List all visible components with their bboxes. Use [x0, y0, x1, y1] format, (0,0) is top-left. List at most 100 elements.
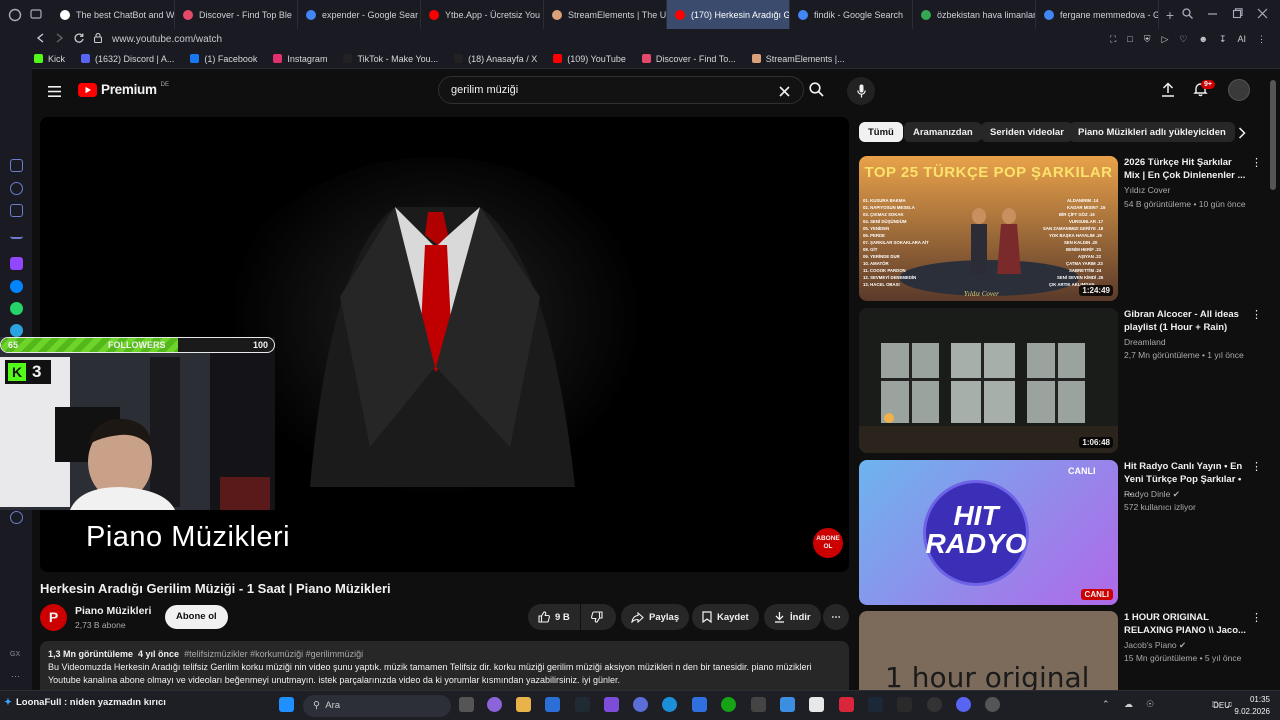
ai-button[interactable]: AI — [1237, 34, 1246, 44]
browser-tab[interactable]: StreamElements | The U — [544, 0, 667, 29]
app-icon-5[interactable] — [751, 697, 766, 712]
minimize-icon[interactable] — [1207, 6, 1218, 24]
description-box[interactable]: 1,3 Mn görüntüleme 4 yıl önce #telifsizm… — [40, 641, 849, 690]
file-explorer-icon[interactable] — [516, 697, 531, 712]
network-icon[interactable]: □ — [1212, 699, 1217, 709]
app-icon-1[interactable] — [545, 697, 560, 712]
new-tab-icon[interactable]: + — [1159, 7, 1181, 23]
app-icon-3[interactable] — [604, 697, 619, 712]
edge-icon[interactable] — [662, 697, 677, 712]
more-actions-icon[interactable]: ⋯ — [823, 604, 849, 630]
windows-start-icon[interactable] — [279, 697, 294, 712]
copilot-icon[interactable] — [487, 697, 502, 712]
settings-gear-icon[interactable] — [10, 511, 23, 524]
bookmark-item[interactable]: Kick — [34, 54, 65, 64]
profile-icon[interactable]: ☻ — [1198, 34, 1207, 44]
pin-icon[interactable]: ⛶ — [1110, 34, 1116, 45]
sidebar-boat-icon[interactable] — [10, 226, 23, 239]
store-icon[interactable] — [692, 697, 707, 712]
rec-title[interactable]: 1 HOUR ORIGINAL RELAXING PIANO \\ Jaco..… — [1124, 611, 1249, 637]
rec-channel[interactable]: Dreamland — [1124, 337, 1166, 347]
sidebar-glasses-icon[interactable] — [10, 204, 23, 217]
bookmark-item[interactable]: Discover - Find To... — [641, 54, 736, 64]
bookmark-item[interactable]: (18) Anasayfa / X — [454, 54, 537, 64]
sidebar-more-icon[interactable]: ⋯ — [11, 671, 20, 682]
subscribe-watermark[interactable]: ABONE OL — [813, 528, 843, 558]
browser-tab[interactable]: (170) Herkesin Aradığı Ger — [667, 0, 790, 29]
rec-thumbnail[interactable]: 1:06:48 — [859, 308, 1118, 453]
hashtags[interactable]: #telifsizmüzikler #korkumüziği #gerilimm… — [184, 649, 363, 659]
app-icon-8[interactable] — [927, 697, 942, 712]
sidebar-link-icon[interactable] — [10, 182, 23, 195]
like-button[interactable]: 9 B — [528, 604, 580, 630]
tab-search-icon[interactable] — [1182, 6, 1193, 24]
browser-tab[interactable]: özbekistan hava limanları — [913, 0, 1036, 29]
download-button[interactable]: İndir — [764, 604, 821, 630]
bookmark-item[interactable]: (1) Facebook — [190, 54, 257, 64]
rec-item[interactable]: 01. KUSURA BAKMA 02. NAPIYOSUN MESELA 03. … — [859, 156, 1274, 301]
opera-gx-icon[interactable] — [839, 697, 854, 712]
browser-tab[interactable]: Discover - Find Top Ble — [175, 0, 298, 29]
filter-chip[interactable]: Aramanızdan — [904, 122, 982, 142]
tray-cloud-icon[interactable]: ☁ — [1124, 699, 1133, 710]
tab-switch-icon[interactable] — [30, 6, 52, 24]
shield-icon[interactable]: ⛨ — [1144, 34, 1151, 45]
bookmark-item[interactable]: (109) YouTube — [553, 54, 626, 64]
rec-menu-icon[interactable]: ⋮ — [1251, 611, 1262, 624]
filter-chip[interactable]: Seriden videolar — [981, 122, 1073, 142]
rec-title[interactable]: 2026 Türkçe Hit Şarkılar Mix | En Çok Di… — [1124, 156, 1249, 182]
rec-channel[interactable]: Yıldız Cover — [1124, 185, 1170, 195]
app-icon-2[interactable] — [575, 697, 590, 712]
rec-channel[interactable]: Jacob's Piano ✔ — [1124, 640, 1186, 651]
bookmark-item[interactable]: TikTok - Make You... — [343, 54, 438, 64]
back-icon[interactable] — [36, 32, 45, 46]
rec-thumbnail[interactable]: HIT RADYO CANLI CANLI — [859, 460, 1118, 605]
tray-chevron-icon[interactable]: ⌃ — [1102, 699, 1110, 710]
twitch-icon[interactable] — [10, 257, 23, 270]
rec-item[interactable]: HIT RADYO CANLI CANLI Hit Radyo Canlı Ya… — [859, 460, 1274, 605]
url-field[interactable]: www.youtube.com/watch — [112, 34, 222, 45]
search-input[interactable]: gerilim müziği — [438, 76, 804, 104]
steam-icon[interactable] — [868, 697, 883, 712]
obs-icon[interactable] — [985, 697, 1000, 712]
subscribe-button[interactable]: Abone ol — [165, 605, 228, 629]
camera-icon[interactable]: □ — [1127, 34, 1132, 44]
clock[interactable]: 01:35 9.02.2026 — [1234, 694, 1270, 718]
rec-channel[interactable]: Radyo Dinle ✔ — [1124, 489, 1180, 500]
app-icon-6[interactable] — [780, 697, 795, 712]
channel-avatar[interactable]: P — [40, 604, 67, 631]
bookmark-item[interactable]: Instagram — [273, 54, 327, 64]
hamburger-menu-icon[interactable] — [48, 84, 61, 102]
messenger-icon[interactable] — [10, 280, 23, 293]
app-icon-4[interactable] — [633, 697, 648, 712]
rec-item[interactable]: 1:06:48 Gibran Alcocer - All ideas playl… — [859, 308, 1274, 453]
rec-menu-icon[interactable]: ⋮ — [1251, 156, 1262, 169]
close-window-icon[interactable] — [1257, 6, 1268, 24]
taskbar-search[interactable]: ⚲ Ara — [303, 695, 451, 717]
rec-menu-icon[interactable]: ⋮ — [1251, 308, 1262, 321]
rec-title[interactable]: Gibran Alcocer - All ideas playlist (1 H… — [1124, 308, 1249, 334]
rec-item[interactable]: 1 hour original 1 HOUR ORIGINAL RELAXING… — [859, 611, 1274, 690]
filter-chip[interactable]: Piano Müzikleri adlı yükleyiciden — [1069, 122, 1235, 142]
task-view-icon[interactable] — [459, 697, 474, 712]
lock-icon[interactable] — [93, 32, 103, 46]
youtube-logo[interactable]: Premium DE — [78, 82, 169, 97]
channel-name[interactable]: Piano Müzikleri — [75, 605, 151, 617]
filter-chip[interactable]: Tümü — [859, 122, 903, 142]
browser-menu-icon[interactable] — [0, 0, 30, 29]
download-icon[interactable]: ↧ — [1219, 34, 1227, 45]
bookmark-item[interactable]: (1632) Discord | A... — [81, 54, 174, 64]
save-button[interactable]: Kaydet — [692, 604, 759, 630]
sidebar-pen-icon[interactable] — [10, 159, 23, 172]
upload-icon[interactable] — [1161, 82, 1175, 102]
play-icon[interactable]: ▷ — [1161, 34, 1168, 45]
browser-tab[interactable]: Ytbe.App - Ücretsiz You — [421, 0, 544, 29]
whatsapp-icon[interactable] — [10, 302, 23, 315]
share-button[interactable]: Paylaş — [621, 604, 690, 630]
rec-thumbnail[interactable]: 1 hour original — [859, 611, 1118, 690]
rec-thumbnail[interactable]: 01. KUSURA BAKMA 02. NAPIYOSUN MESELA 03. … — [859, 156, 1118, 301]
chips-next-icon[interactable] — [1238, 126, 1246, 144]
browser-tab[interactable]: expender - Google Sear — [298, 0, 421, 29]
browser-tab[interactable]: fergane memmedova - G — [1036, 0, 1159, 29]
xbox-icon[interactable] — [721, 697, 736, 712]
